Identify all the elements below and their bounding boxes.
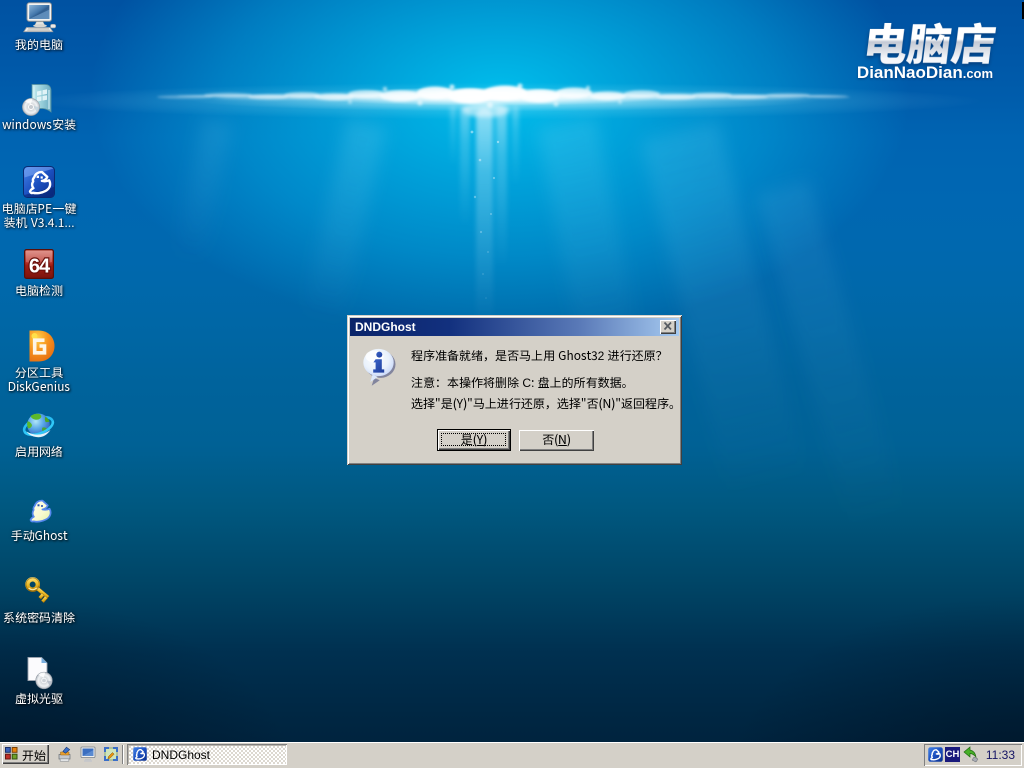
- svg-text:64: 64: [29, 256, 51, 278]
